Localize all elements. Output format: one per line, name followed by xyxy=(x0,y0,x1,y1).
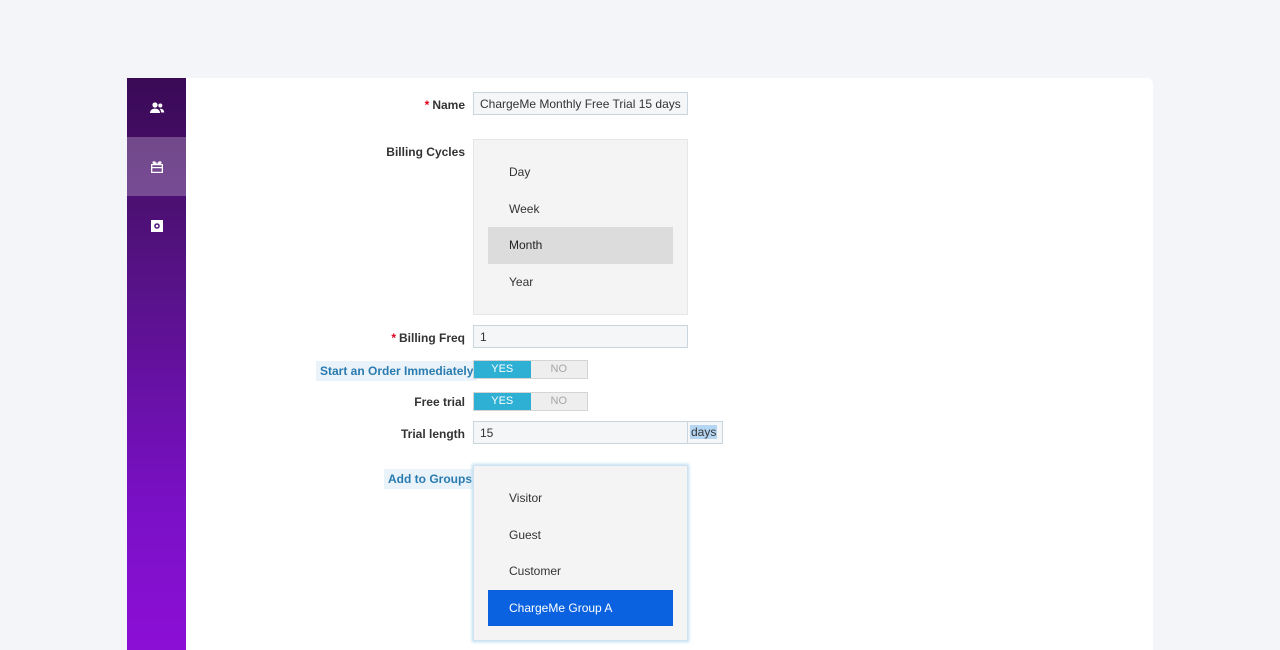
sidebar xyxy=(127,78,186,650)
users-icon xyxy=(149,101,164,113)
group-option[interactable]: Customer xyxy=(488,553,673,590)
name-label: * Name xyxy=(425,98,465,112)
free-trial-toggle[interactable]: YES NO xyxy=(473,392,588,411)
start-order-yes[interactable]: YES xyxy=(474,361,531,378)
sidebar-item-subscriptions[interactable] xyxy=(127,137,186,196)
required-mark: * xyxy=(424,98,430,112)
billing-freq-label: * Billing Freq xyxy=(391,331,465,345)
required-mark: * xyxy=(391,331,396,345)
name-label-text: Name xyxy=(432,98,465,112)
trial-length-unit-text: days xyxy=(690,425,718,439)
sidebar-item-settings[interactable] xyxy=(127,196,186,255)
billing-cycle-option[interactable]: Week xyxy=(488,191,673,228)
billing-cycle-option-selected[interactable]: Month xyxy=(488,227,673,264)
free-trial-label: Free trial xyxy=(414,395,465,409)
trial-length-unit: days xyxy=(688,421,723,444)
trial-length-label: Trial length xyxy=(400,427,465,441)
free-trial-yes[interactable]: YES xyxy=(474,393,531,410)
group-option[interactable]: Guest xyxy=(488,517,673,554)
groups-label[interactable]: Add to Groups xyxy=(384,469,476,489)
billing-cycles-listbox[interactable]: Day Week Month Year xyxy=(473,139,688,315)
start-order-toggle[interactable]: YES NO xyxy=(473,360,588,379)
billing-cycle-option[interactable]: Day xyxy=(488,154,673,191)
billing-freq-label-text: Billing Freq xyxy=(399,331,465,345)
start-order-no[interactable]: NO xyxy=(530,361,587,378)
gift-card-icon xyxy=(150,160,163,173)
start-order-label[interactable]: Start an Order Immediately xyxy=(316,361,478,381)
billing-cycle-option[interactable]: Year xyxy=(488,264,673,301)
billing-freq-field[interactable]: 1 xyxy=(473,325,688,348)
trial-length-field[interactable]: 15 xyxy=(473,421,688,444)
sidebar-item-customers[interactable] xyxy=(127,78,186,137)
groups-listbox[interactable]: Visitor Guest Customer ChargeMe Group A xyxy=(473,465,688,641)
group-option[interactable]: Visitor xyxy=(488,480,673,517)
billing-cycles-label: Billing Cycles xyxy=(386,145,465,159)
free-trial-no[interactable]: NO xyxy=(530,393,587,410)
group-option-selected[interactable]: ChargeMe Group A xyxy=(488,589,673,626)
name-field[interactable]: ChargeMe Monthly Free Trial 15 days xyxy=(473,92,688,115)
settings-icon xyxy=(150,219,163,232)
